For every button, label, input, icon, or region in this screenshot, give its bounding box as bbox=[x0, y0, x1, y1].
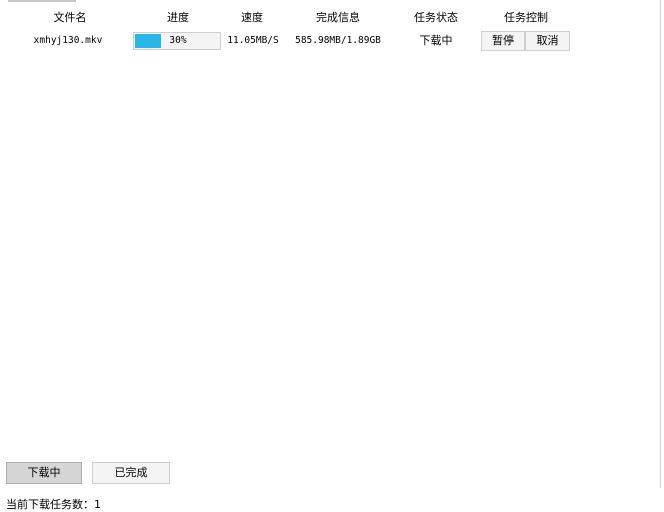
table-header: 文件名 进度 速度 完成信息 任务状态 任务控制 bbox=[0, 11, 660, 25]
header-task-status: 任务状态 bbox=[414, 11, 458, 24]
tab-downloading[interactable]: 下载中 bbox=[6, 462, 82, 484]
progress-percent: 30% bbox=[169, 35, 187, 46]
pause-button[interactable]: 暂停 bbox=[481, 31, 525, 51]
header-task-control: 任务控制 bbox=[504, 11, 548, 24]
cancel-button[interactable]: 取消 bbox=[525, 31, 570, 51]
header-progress: 进度 bbox=[167, 11, 189, 24]
task-status: 下载中 bbox=[419, 34, 453, 47]
table-row: xmhyj130.mkv 30% 11.05MB/S 585.98MB/1.89… bbox=[0, 30, 660, 52]
task-progress-bar: 30% bbox=[133, 32, 221, 50]
tab-completed[interactable]: 已完成 bbox=[92, 462, 170, 484]
task-speed: 11.05MB/S bbox=[227, 35, 279, 46]
task-completion-info: 585.98MB/1.89GB bbox=[295, 35, 381, 46]
header-speed: 速度 bbox=[241, 11, 263, 24]
header-completion-info: 完成信息 bbox=[316, 11, 360, 24]
header-filename: 文件名 bbox=[53, 11, 87, 24]
status-bar-text: 当前下载任务数：1 bbox=[6, 498, 101, 511]
download-manager-panel: 文件名 进度 速度 完成信息 任务状态 任务控制 xmhyj130.mkv 30… bbox=[0, 0, 661, 488]
task-filename: xmhyj130.mkv bbox=[33, 35, 103, 46]
